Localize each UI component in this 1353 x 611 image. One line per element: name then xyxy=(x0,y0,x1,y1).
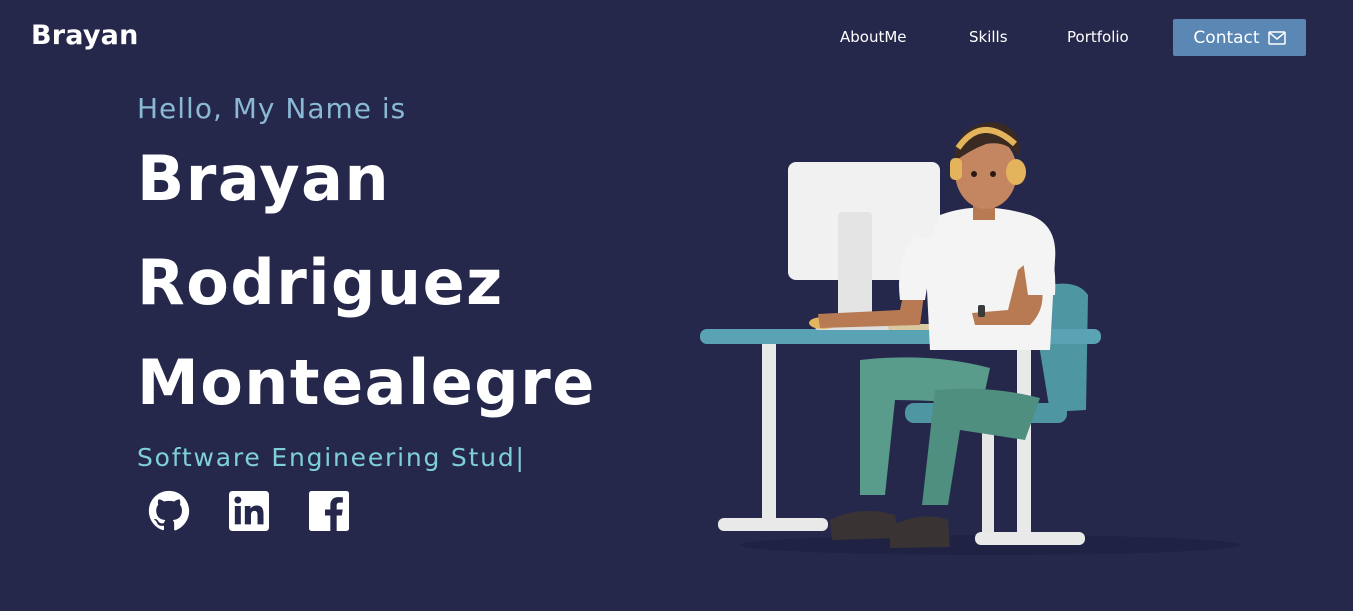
facebook-link[interactable] xyxy=(308,491,350,535)
developer-illustration xyxy=(690,100,1270,570)
name-first: Brayan xyxy=(137,142,391,215)
linkedin-link[interactable] xyxy=(228,491,270,535)
greeting-text: Hello, My Name is xyxy=(137,92,407,125)
nav-portfolio[interactable]: Portfolio xyxy=(1067,28,1129,46)
typed-role-text: Software Engineering Stud| xyxy=(137,443,526,472)
name-middle: Rodriguez xyxy=(137,246,504,319)
contact-button-label: Contact xyxy=(1193,27,1260,48)
nav-aboutme[interactable]: AboutMe xyxy=(840,28,907,46)
mail-icon xyxy=(1267,30,1286,45)
name-last: Montealegre xyxy=(137,346,596,419)
brand-logo[interactable]: Brayan xyxy=(31,20,139,51)
linkedin-icon xyxy=(229,491,269,535)
nav-skills[interactable]: Skills xyxy=(969,28,1008,46)
facebook-icon xyxy=(309,491,349,535)
github-link[interactable] xyxy=(148,490,190,536)
github-icon xyxy=(148,490,190,536)
contact-button[interactable]: Contact xyxy=(1173,19,1306,56)
